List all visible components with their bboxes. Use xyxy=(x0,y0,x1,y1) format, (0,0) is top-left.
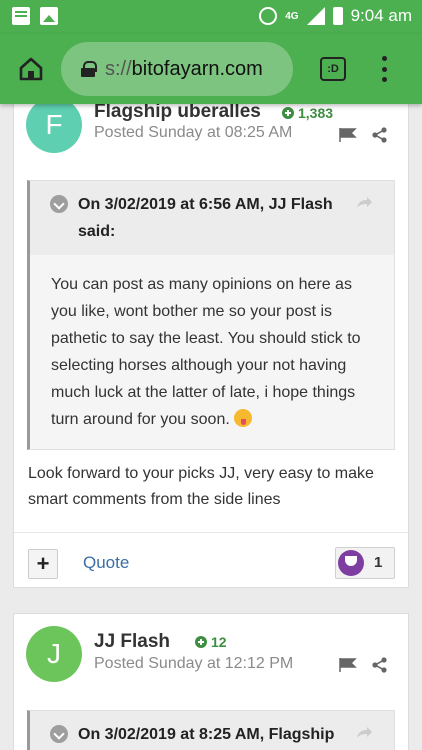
quote-button[interactable]: Quote xyxy=(83,553,129,573)
lock-icon xyxy=(81,61,97,77)
battery-icon xyxy=(332,7,343,25)
post-card: J JJ Flash 12 Posted Sunday at 12:12 PM … xyxy=(13,613,409,750)
signal-icon xyxy=(306,7,325,25)
reputation-badge: 1,383 xyxy=(282,105,333,121)
report-flag-icon[interactable] xyxy=(339,128,357,142)
home-button[interactable] xyxy=(18,57,44,81)
divider xyxy=(14,532,408,533)
post-card: F Flagship uberalles 1,383 Posted Sunday… xyxy=(13,90,409,588)
url-text: s://bitofayarn.com xyxy=(105,57,263,80)
avatar[interactable]: F xyxy=(26,97,82,153)
emoji-icon xyxy=(234,409,253,427)
browser-toolbar: s://bitofayarn.com :D xyxy=(0,34,422,104)
avatar[interactable]: J xyxy=(26,626,82,682)
quoted-post: On 3/02/2019 at 6:56 AM, JJ Flash said: … xyxy=(27,180,395,450)
reputation-plus-icon xyxy=(195,636,207,648)
multiquote-button[interactable]: + xyxy=(28,549,58,579)
post-date[interactable]: Posted Sunday at 12:12 PM xyxy=(94,655,293,673)
image-notification-icon xyxy=(40,7,58,25)
quote-header: On 3/02/2019 at 6:56 AM, JJ Flash said: xyxy=(30,181,394,255)
reaction-count: 1 xyxy=(374,554,383,571)
go-to-quote-icon[interactable] xyxy=(356,197,372,209)
clock: 9:04 am xyxy=(350,6,412,25)
home-icon xyxy=(19,57,43,81)
trophy-reaction-icon xyxy=(338,550,364,576)
message-notification-icon xyxy=(12,7,30,25)
overflow-menu-button[interactable] xyxy=(381,56,387,82)
address-bar[interactable]: s://bitofayarn.com xyxy=(61,42,293,96)
go-to-quote-icon[interactable] xyxy=(356,727,372,739)
report-flag-icon[interactable] xyxy=(339,658,357,672)
quote-header: On 3/02/2019 at 8:25 AM, Flagship xyxy=(30,711,394,750)
share-icon[interactable] xyxy=(372,657,388,673)
author-name[interactable]: JJ Flash xyxy=(94,631,170,653)
quote-body: You can post as many opinions on here as… xyxy=(51,276,361,428)
post-body: Look forward to your picks JJ, very easy… xyxy=(28,465,374,508)
reaction-button[interactable]: 1 xyxy=(335,547,395,579)
reputation-badge: 12 xyxy=(195,634,227,650)
status-bar: 4G 9:04 am xyxy=(0,0,422,34)
alarm-icon xyxy=(259,7,278,25)
collapse-quote-icon[interactable] xyxy=(50,195,68,213)
quoted-post: On 3/02/2019 at 8:25 AM, Flagship xyxy=(27,710,395,750)
author-name[interactable]: Flagship uberalles xyxy=(94,101,261,123)
tab-switcher-button[interactable]: :D xyxy=(320,57,346,81)
collapse-quote-icon[interactable] xyxy=(50,725,68,743)
reputation-plus-icon xyxy=(282,107,294,119)
post-date[interactable]: Posted Sunday at 08:25 AM xyxy=(94,124,292,142)
share-icon[interactable] xyxy=(372,127,388,143)
network-type: 4G xyxy=(285,10,299,22)
